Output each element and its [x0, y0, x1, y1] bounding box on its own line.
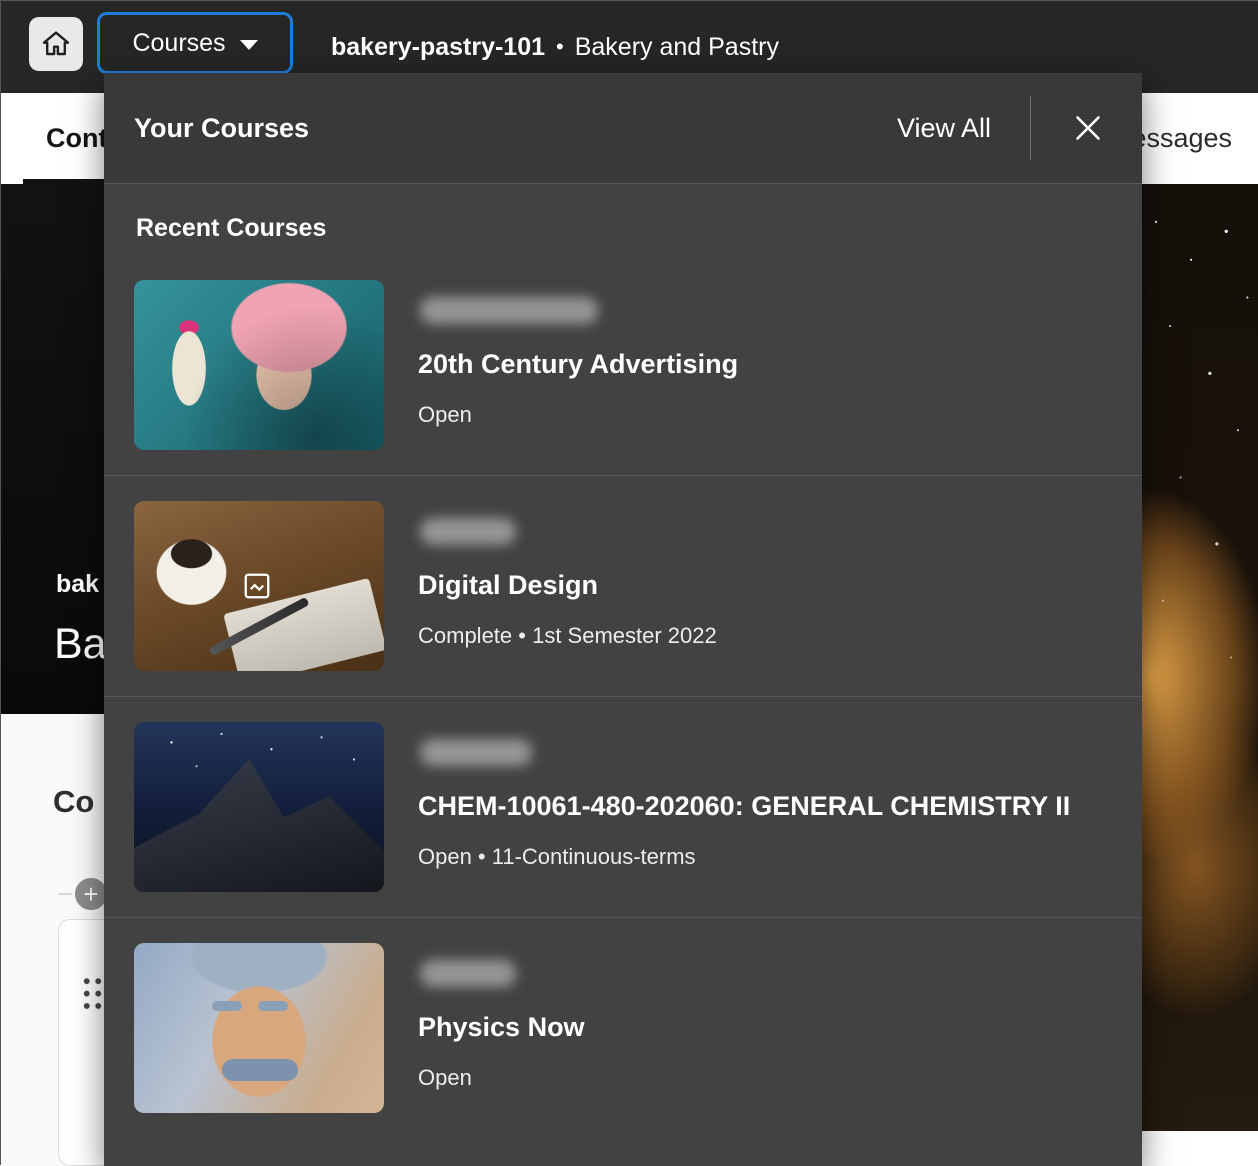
breadcrumb-course-name: Bakery and Pastry — [575, 33, 779, 62]
close-icon — [1070, 110, 1106, 146]
page-background-corner — [1142, 1131, 1258, 1166]
course-info: 20th Century Advertising Open — [418, 280, 738, 450]
course-id-redacted — [420, 518, 516, 545]
course-banner-pastry-image — [1142, 184, 1258, 1131]
course-id-redacted — [420, 960, 516, 987]
chevron-down-icon — [240, 40, 258, 50]
close-button[interactable] — [1064, 104, 1112, 152]
course-status: Open — [418, 402, 738, 428]
flyout-title: Your Courses — [134, 113, 891, 144]
content-section-heading: Co — [53, 784, 94, 820]
course-title-link[interactable]: 20th Century Advertising — [418, 349, 738, 380]
course-id-redacted — [420, 739, 532, 766]
home-icon — [40, 28, 72, 60]
course-thumbnail-night-mountain — [134, 722, 384, 892]
course-info: CHEM-10061-480-202060: GENERAL CHEMISTRY… — [418, 722, 1070, 892]
recent-courses-heading: Recent Courses — [104, 184, 1142, 255]
home-button[interactable] — [29, 17, 83, 71]
course-list-item[interactable]: CHEM-10061-480-202060: GENERAL CHEMISTRY… — [104, 697, 1142, 918]
course-title-link[interactable]: Physics Now — [418, 1012, 585, 1043]
header-divider — [1030, 96, 1031, 160]
courses-button-label: Courses — [132, 29, 225, 58]
banner-course-id: bak — [56, 570, 99, 599]
drag-handle-icon[interactable] — [81, 975, 104, 1012]
course-list-item[interactable]: 20th Century Advertising Open — [104, 255, 1142, 476]
view-all-link[interactable]: View All — [891, 109, 997, 148]
course-list-item[interactable]: Physics Now Open — [104, 918, 1142, 1138]
course-status: Open — [418, 1065, 585, 1091]
course-id-redacted — [420, 297, 598, 324]
course-title-link[interactable]: CHEM-10061-480-202060: GENERAL CHEMISTRY… — [418, 791, 1070, 822]
tab-messages[interactable]: essages — [1131, 93, 1232, 184]
course-info: Digital Design Complete • 1st Semester 2… — [418, 501, 717, 671]
tab-content[interactable]: Cont — [23, 93, 107, 184]
course-status: Open • 11-Continuous-terms — [418, 844, 1070, 870]
course-thumbnail-coffee-desk — [134, 501, 384, 671]
course-list-item[interactable]: Digital Design Complete • 1st Semester 2… — [104, 476, 1142, 697]
course-image-icon — [242, 571, 272, 601]
banner-course-name: Ba — [54, 620, 107, 669]
course-title-link[interactable]: Digital Design — [418, 570, 717, 601]
courses-menu-button[interactable]: Courses — [97, 12, 293, 74]
tab-content-label: Cont — [46, 123, 107, 154]
tab-messages-label: essages — [1131, 123, 1232, 154]
flyout-header: Your Courses View All — [104, 73, 1142, 184]
course-thumbnail-vintage-ad — [134, 280, 384, 450]
course-info: Physics Now Open — [418, 943, 585, 1113]
breadcrumb-course-id: bakery-pastry-101 — [331, 33, 545, 62]
course-thumbnail-einstein — [134, 943, 384, 1113]
courses-flyout-panel: Your Courses View All Recent Courses 20t… — [104, 73, 1142, 1166]
flyout-body: Recent Courses 20th Century Advertising … — [104, 184, 1142, 1138]
course-status: Complete • 1st Semester 2022 — [418, 623, 717, 649]
plus-icon: + — [83, 881, 98, 907]
breadcrumb-separator: • — [556, 34, 564, 60]
